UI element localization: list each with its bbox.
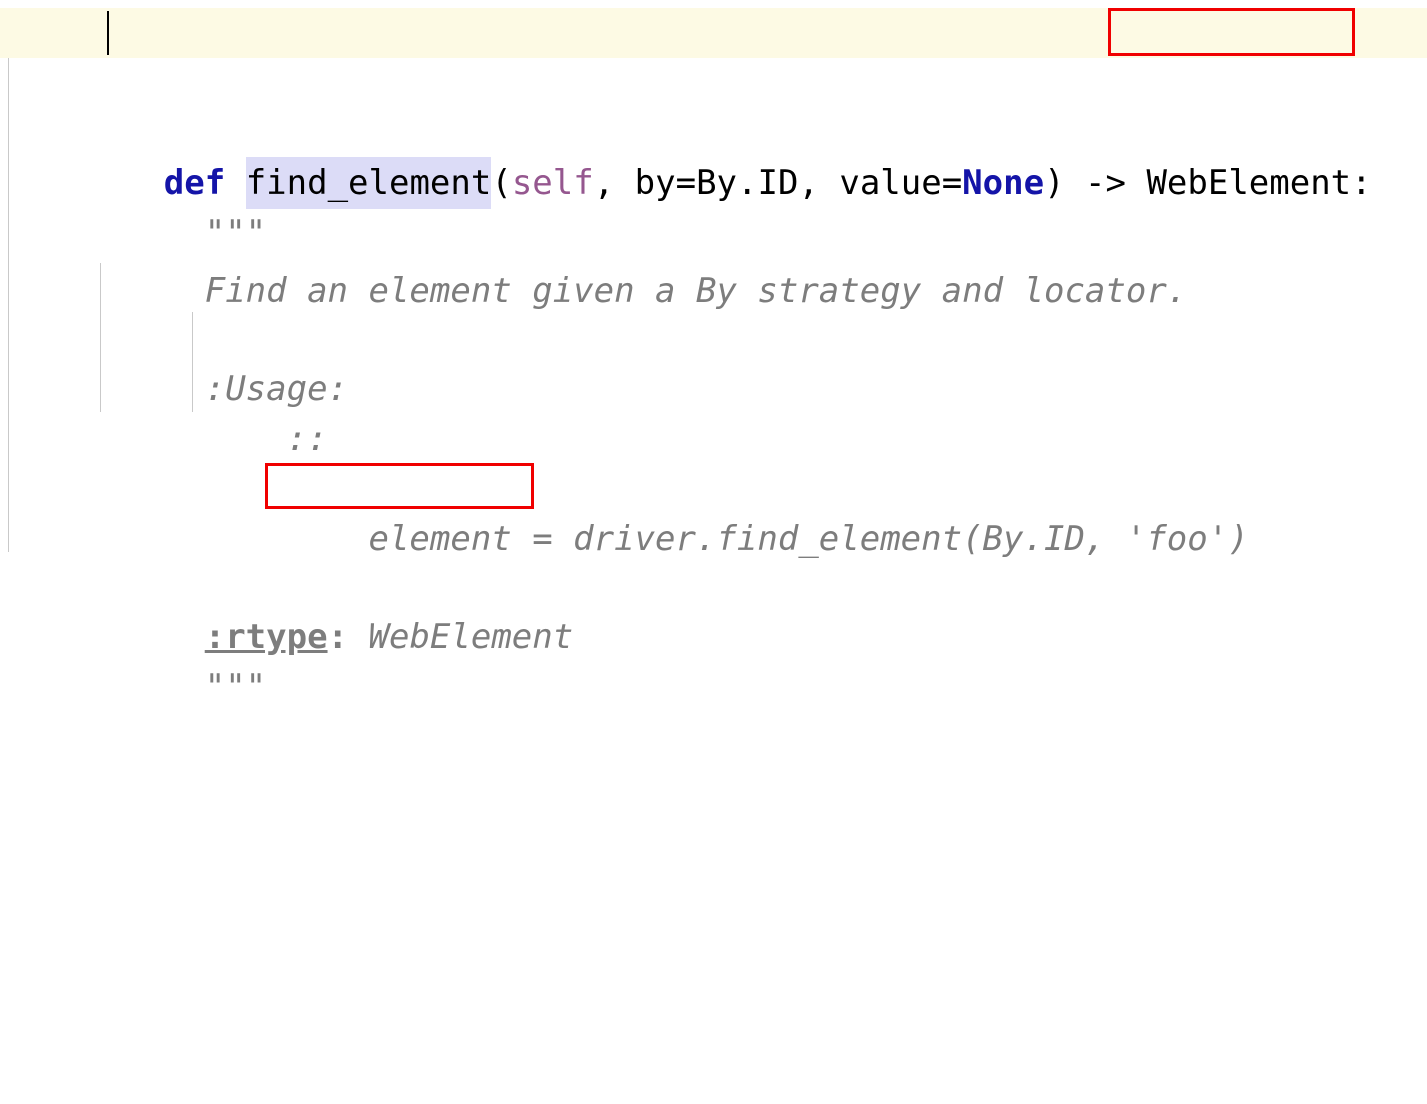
rtype-value-text: WebElement bbox=[368, 617, 574, 657]
return-type-annotation[interactable]: WebElement bbox=[1146, 163, 1351, 203]
docstring-open-quotes: """ bbox=[204, 213, 267, 253]
keyword-def: def bbox=[163, 163, 226, 203]
self-parameter: self bbox=[511, 163, 594, 203]
code-line-signature[interactable]: def find_element(self, by=By.ID, value=N… bbox=[0, 8, 1427, 203]
code-editor[interactable]: def find_element(self, by=By.ID, value=N… bbox=[0, 0, 1427, 707]
docstring-summary-text: Find an element given a By strategy and … bbox=[204, 271, 1188, 311]
text-caret bbox=[107, 11, 109, 55]
open-paren: ( bbox=[491, 163, 512, 203]
none-constant: None bbox=[962, 163, 1045, 203]
code-line-docstring-open[interactable]: """ bbox=[0, 58, 1427, 253]
keyword-args: by=By.ID, value= bbox=[634, 163, 963, 203]
docstring-usage-label: :Usage: bbox=[204, 369, 349, 409]
docstring-close-quotes: """ bbox=[204, 667, 267, 707]
rtype-field-value[interactable]: WebElement bbox=[348, 617, 574, 657]
rtype-field-underline: :rtype bbox=[204, 617, 328, 657]
code-line-rtype-field[interactable]: :rtype: WebElement bbox=[0, 462, 1427, 657]
selected-function-name[interactable]: find_element bbox=[245, 163, 492, 203]
close-paren: ) bbox=[1044, 163, 1065, 203]
rtype-field-colon: : bbox=[327, 617, 349, 657]
signature-colon: : bbox=[1351, 163, 1372, 203]
docstring-literal-block-marker: :: bbox=[286, 419, 328, 459]
comma: , bbox=[593, 163, 635, 203]
rtype-field-name: :rtype: bbox=[205, 617, 348, 657]
code-line-docstring-summary[interactable]: Find an element given a By strategy and … bbox=[0, 116, 1427, 311]
return-arrow: -> bbox=[1064, 163, 1147, 203]
docstring-example-code: element = driver.find_element(By.ID, 'fo… bbox=[368, 519, 1249, 559]
